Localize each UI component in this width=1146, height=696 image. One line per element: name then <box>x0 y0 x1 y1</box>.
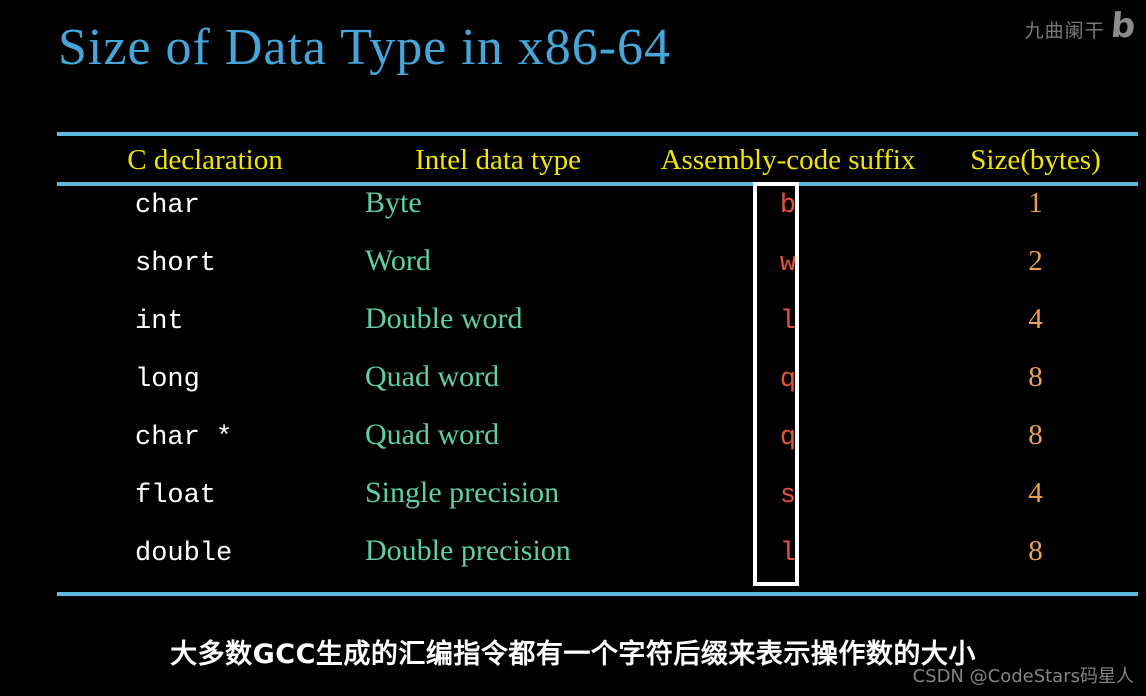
channel-watermark-label: 九曲阑干 <box>1024 19 1105 42</box>
table-header-row: C declaration Intel data type Assembly-c… <box>57 136 1138 182</box>
cell-assembly-suffix: b <box>779 191 797 221</box>
table-row: short Word w 2 <box>57 244 1138 302</box>
cell-size-bytes: 8 <box>1028 535 1043 567</box>
cell-c-declaration: float <box>135 481 217 511</box>
cell-size-bytes: 8 <box>1028 361 1043 393</box>
column-header-size-bytes: Size(bytes) <box>970 144 1101 176</box>
table-row: char Byte b 1 <box>57 186 1138 244</box>
cell-c-declaration: char <box>135 191 200 221</box>
cell-size-bytes: 1 <box>1028 187 1043 219</box>
column-header-intel-data-type: Intel data type <box>415 144 581 176</box>
cell-assembly-suffix: w <box>779 249 797 279</box>
page-title: Size of Data Type in x86-64 <box>58 19 672 76</box>
cell-intel-data-type: Quad word <box>365 418 500 451</box>
table-row: int Double word l 4 <box>57 302 1138 360</box>
cell-assembly-suffix: l <box>779 307 797 337</box>
data-type-table: C declaration Intel data type Assembly-c… <box>57 132 1138 596</box>
table-row: double Double precision l 8 <box>57 534 1138 592</box>
cell-c-declaration: int <box>135 307 184 337</box>
table-row: char * Quad word q 8 <box>57 418 1138 476</box>
table-row: long Quad word q 8 <box>57 360 1138 418</box>
cell-c-declaration: double <box>135 539 233 569</box>
bilibili-logo-icon: b <box>1108 6 1138 46</box>
cell-intel-data-type: Quad word <box>365 360 500 393</box>
cell-c-declaration: long <box>135 365 200 395</box>
cell-intel-data-type: Word <box>365 244 431 277</box>
cell-assembly-suffix: s <box>779 481 797 511</box>
table-bottom-rule <box>57 592 1138 596</box>
cell-assembly-suffix: q <box>779 423 797 453</box>
cell-c-declaration: short <box>135 249 217 279</box>
cell-size-bytes: 8 <box>1028 419 1043 451</box>
cell-size-bytes: 4 <box>1028 477 1043 509</box>
channel-watermark: 九曲阑干 b <box>1024 6 1138 46</box>
table-body: char Byte b 1 short Word w 2 int Double … <box>57 182 1138 592</box>
column-header-c-declaration: C declaration <box>127 144 283 176</box>
cell-size-bytes: 2 <box>1028 245 1043 277</box>
csdn-watermark: CSDN @CodeStars码星人 <box>912 666 1134 687</box>
cell-intel-data-type: Byte <box>365 186 422 219</box>
cell-intel-data-type: Double word <box>365 302 523 335</box>
cell-assembly-suffix: l <box>779 539 797 569</box>
table-row: float Single precision s 4 <box>57 476 1138 534</box>
cell-assembly-suffix: q <box>779 365 797 395</box>
cell-c-declaration: char * <box>135 423 233 453</box>
cell-size-bytes: 4 <box>1028 303 1043 335</box>
cell-intel-data-type: Single precision <box>365 476 560 509</box>
cell-intel-data-type: Double precision <box>365 534 571 567</box>
column-header-assembly-code-suffix: Assembly-code suffix <box>660 144 916 176</box>
